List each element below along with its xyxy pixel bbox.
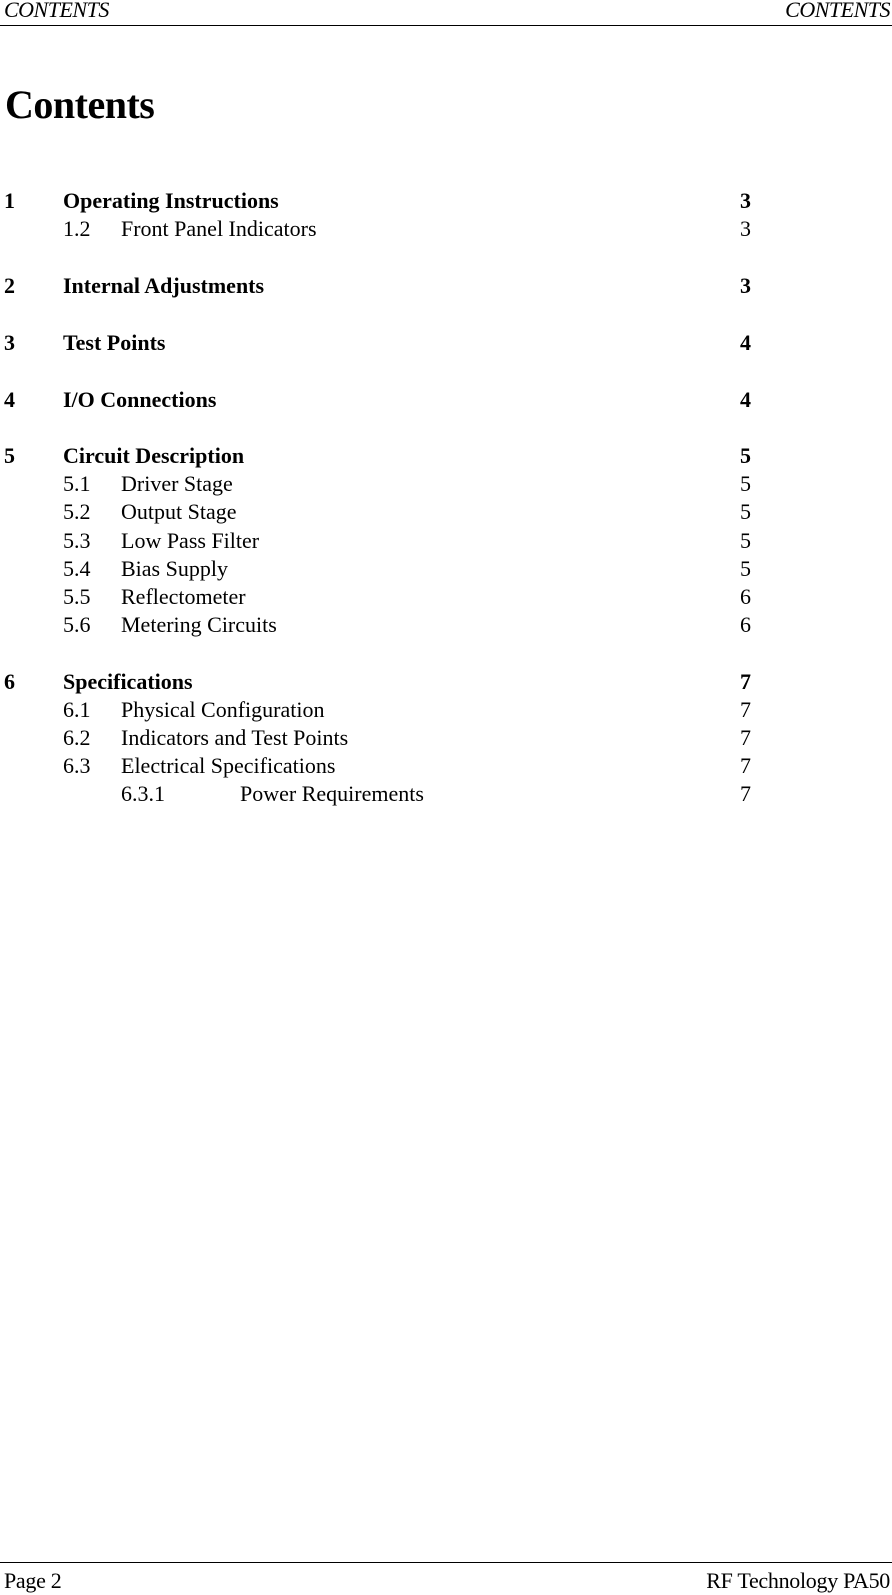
- toc-entry-title[interactable]: Electrical Specifications: [121, 753, 335, 779]
- toc-entry-page[interactable]: 7: [740, 697, 751, 723]
- toc-entry-number: 3: [4, 330, 15, 355]
- toc-entry-page[interactable]: 7: [740, 725, 751, 751]
- toc-entry-page[interactable]: 7: [740, 669, 751, 695]
- toc-entry-title[interactable]: Internal Adjustments: [63, 273, 264, 299]
- toc-entry[interactable]: 6.1 Physical Configuration 7: [0, 697, 892, 723]
- page-title: Contents: [5, 82, 155, 127]
- toc-entry-number: 6.2: [63, 725, 91, 750]
- toc-entry[interactable]: 6 Specifications 7: [0, 669, 892, 695]
- toc-entry-number: 5.4: [63, 556, 91, 581]
- toc-entry-page[interactable]: 4: [740, 387, 751, 413]
- toc-entry-number: 5.2: [63, 499, 91, 524]
- header-rule: [0, 25, 892, 26]
- toc-entry-page[interactable]: 5: [740, 443, 751, 469]
- toc-entry-page[interactable]: 5: [740, 528, 751, 554]
- toc-entry-number: 6.3.1: [121, 781, 165, 806]
- toc-entry-number: 5.6: [63, 612, 91, 637]
- toc-entry-number: 5: [4, 443, 15, 468]
- toc-entry[interactable]: 5.6 Metering Circuits 6: [0, 612, 892, 638]
- toc-entry-page[interactable]: 5: [740, 471, 751, 497]
- toc-entry-number: 6.1: [63, 697, 91, 722]
- toc-entry-title[interactable]: Circuit Description: [63, 443, 244, 469]
- toc-entry[interactable]: 5 Circuit Description 5: [0, 443, 892, 469]
- toc-entry-title[interactable]: Physical Configuration: [121, 697, 324, 723]
- toc-entry-page[interactable]: 7: [740, 753, 751, 779]
- toc-entry-title[interactable]: Metering Circuits: [121, 612, 277, 638]
- footer-rule: [0, 1562, 892, 1563]
- toc-entry-number: 5.5: [63, 584, 91, 609]
- toc-entry[interactable]: 2 Internal Adjustments 3: [0, 273, 892, 299]
- toc-entry-page[interactable]: 6: [740, 612, 751, 638]
- toc-entry[interactable]: 6.2 Indicators and Test Points 7: [0, 725, 892, 751]
- page-number: Page 2: [4, 1568, 62, 1593]
- toc-entry[interactable]: 5.1 Driver Stage 5: [0, 471, 892, 497]
- toc-entry-number: 1: [4, 188, 15, 213]
- toc-entry-title[interactable]: Test Points: [63, 330, 165, 356]
- toc-entry-number: 5.1: [63, 471, 91, 496]
- toc-entry-page[interactable]: 7: [740, 781, 751, 807]
- toc-entry[interactable]: 3 Test Points 4: [0, 330, 892, 356]
- toc-entry-number: 4: [4, 387, 15, 412]
- toc-entry[interactable]: 4 I/O Connections 4: [0, 387, 892, 413]
- document-name: RF Technology PA50: [706, 1568, 890, 1593]
- toc-entry-title[interactable]: Operating Instructions: [63, 188, 279, 214]
- toc-entry-page[interactable]: 6: [740, 584, 751, 610]
- header-right: CONTENTS: [785, 0, 890, 22]
- toc-entry[interactable]: 5.4 Bias Supply 5: [0, 556, 892, 582]
- toc-entry-page[interactable]: 5: [740, 556, 751, 582]
- toc-entry-page[interactable]: 3: [740, 188, 751, 214]
- toc-entry-title[interactable]: Driver Stage: [121, 471, 233, 497]
- toc-entry-number: 2: [4, 273, 15, 298]
- toc-entry-number: 6: [4, 669, 15, 694]
- header-left: CONTENTS: [4, 0, 109, 22]
- toc-entry-title[interactable]: Specifications: [63, 669, 193, 695]
- toc-entry-title[interactable]: Front Panel Indicators: [121, 216, 317, 242]
- toc-entry[interactable]: 1 Operating Instructions 3: [0, 188, 892, 214]
- toc-entry-title[interactable]: I/O Connections: [63, 387, 216, 413]
- toc-entry-title[interactable]: Output Stage: [121, 499, 237, 525]
- toc-entry-page[interactable]: 3: [740, 273, 751, 299]
- toc-entry[interactable]: 5.5 Reflectometer 6: [0, 584, 892, 610]
- toc-entry-page[interactable]: 4: [740, 330, 751, 356]
- toc-entry-title[interactable]: Power Requirements: [240, 781, 424, 807]
- toc-entry-page[interactable]: 3: [740, 216, 751, 242]
- toc-entry-title[interactable]: Indicators and Test Points: [121, 725, 348, 751]
- toc-entry[interactable]: 5.2 Output Stage 5: [0, 499, 892, 525]
- toc-entry[interactable]: 1.2 Front Panel Indicators 3: [0, 216, 892, 242]
- toc-entry[interactable]: 6.3 Electrical Specifications 7: [0, 753, 892, 779]
- toc-entry-title[interactable]: Reflectometer: [121, 584, 246, 610]
- toc-entry-page[interactable]: 5: [740, 499, 751, 525]
- toc-entry-title[interactable]: Bias Supply: [121, 556, 228, 582]
- toc-entry-number: 1.2: [63, 216, 91, 241]
- toc-entry-number: 6.3: [63, 753, 91, 778]
- toc-entry-number: 5.3: [63, 528, 91, 553]
- toc-entry[interactable]: 5.3 Low Pass Filter 5: [0, 528, 892, 554]
- toc-entry[interactable]: 6.3.1 Power Requirements 7: [0, 781, 892, 807]
- running-footer: Page 2 RF Technology PA50: [4, 1568, 892, 1594]
- toc-entry-title[interactable]: Low Pass Filter: [121, 528, 259, 554]
- running-header: CONTENTS CONTENTS: [4, 0, 892, 23]
